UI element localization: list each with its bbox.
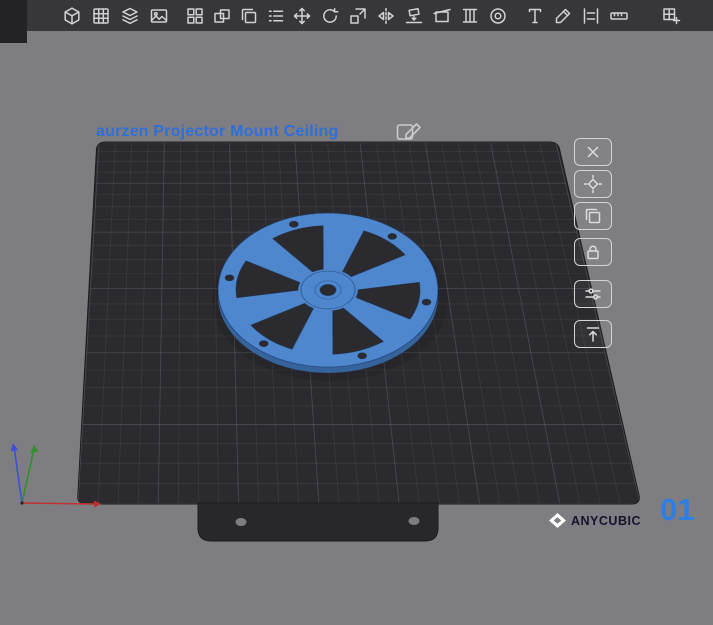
mirror-tool-button[interactable] <box>374 4 398 28</box>
toolbar-group-5 <box>659 4 683 28</box>
preview-image-icon <box>150 8 168 23</box>
lock-object-icon <box>587 245 599 260</box>
add-build-plate-button[interactable] <box>659 4 683 28</box>
slice-layers-icon <box>122 7 138 24</box>
rotate-tool-icon <box>323 7 339 23</box>
measure-tool-button[interactable] <box>607 4 631 28</box>
merge-objects-icon <box>214 8 230 23</box>
workspace-grid-button[interactable] <box>89 4 113 28</box>
import-model-button[interactable] <box>60 4 84 28</box>
slice-layers-button[interactable] <box>118 4 142 28</box>
text-tool-button[interactable] <box>523 4 547 28</box>
lay-flat-tool-icon <box>405 7 423 23</box>
object-settings-icon <box>585 288 601 300</box>
move-tool-button[interactable] <box>290 4 314 28</box>
paint-tool-icon <box>555 8 571 23</box>
toolbar-group-4 <box>523 4 631 28</box>
rotate-tool-button[interactable] <box>318 4 342 28</box>
hollow-tool-icon <box>490 7 506 24</box>
copy-object-button[interactable] <box>237 4 261 28</box>
anycubic-logo-icon <box>549 513 566 528</box>
align-tool-button[interactable] <box>579 4 603 28</box>
scale-tool-icon <box>350 7 366 24</box>
measure-tool-icon <box>610 11 628 20</box>
object-list-button[interactable] <box>264 4 288 28</box>
model-wheel[interactable] <box>217 212 439 373</box>
object-settings-button[interactable] <box>574 280 612 308</box>
delete-object-button[interactable] <box>574 138 612 166</box>
text-tool-icon <box>528 8 542 23</box>
brand-logo: ANYCUBIC <box>549 513 641 528</box>
toolbar-group-3 <box>290 4 510 28</box>
hollow-tool-button[interactable] <box>486 4 510 28</box>
delete-object-icon <box>587 146 599 158</box>
window-corner <box>0 0 27 43</box>
model-name-label: aurzen Projector Mount Ceiling <box>96 123 339 140</box>
support-tool-icon <box>462 8 478 23</box>
cut-tool-icon <box>433 8 451 22</box>
auto-arrange-button[interactable] <box>574 170 612 198</box>
merge-objects-button[interactable] <box>210 4 234 28</box>
duplicate-object-button[interactable] <box>574 202 612 230</box>
support-tool-button[interactable] <box>458 4 482 28</box>
move-tool-icon <box>293 7 311 24</box>
import-model-icon <box>64 6 80 25</box>
auto-arrange-icon <box>583 174 603 194</box>
move-to-top-icon <box>586 327 600 342</box>
arrange-objects-button[interactable] <box>183 4 207 28</box>
top-toolbar <box>0 0 713 31</box>
duplicate-object-icon <box>585 208 601 224</box>
lay-flat-tool-button[interactable] <box>402 4 426 28</box>
arrange-objects-icon <box>187 7 203 24</box>
add-build-plate-icon <box>663 7 681 24</box>
object-list-icon <box>268 9 284 22</box>
toolbar-group-1 <box>60 4 171 28</box>
copy-object-icon <box>241 8 257 23</box>
right-toolbar <box>574 138 616 348</box>
rename-model-button[interactable] <box>396 121 422 143</box>
mirror-tool-icon <box>378 7 394 24</box>
toolbar-group-2 <box>183 4 288 28</box>
plate-tab <box>197 502 439 542</box>
scale-tool-button[interactable] <box>346 4 370 28</box>
workspace-grid-icon <box>93 7 109 24</box>
pencil-edit-icon <box>396 123 421 140</box>
lock-object-button[interactable] <box>574 238 612 266</box>
brand-text: ANYCUBIC <box>571 513 641 528</box>
align-tool-icon <box>583 7 599 24</box>
move-to-top-button[interactable] <box>574 320 612 348</box>
plate-number: 01 <box>660 492 695 527</box>
paint-tool-button[interactable] <box>551 4 575 28</box>
preview-image-button[interactable] <box>147 4 171 28</box>
cut-tool-button[interactable] <box>430 4 454 28</box>
